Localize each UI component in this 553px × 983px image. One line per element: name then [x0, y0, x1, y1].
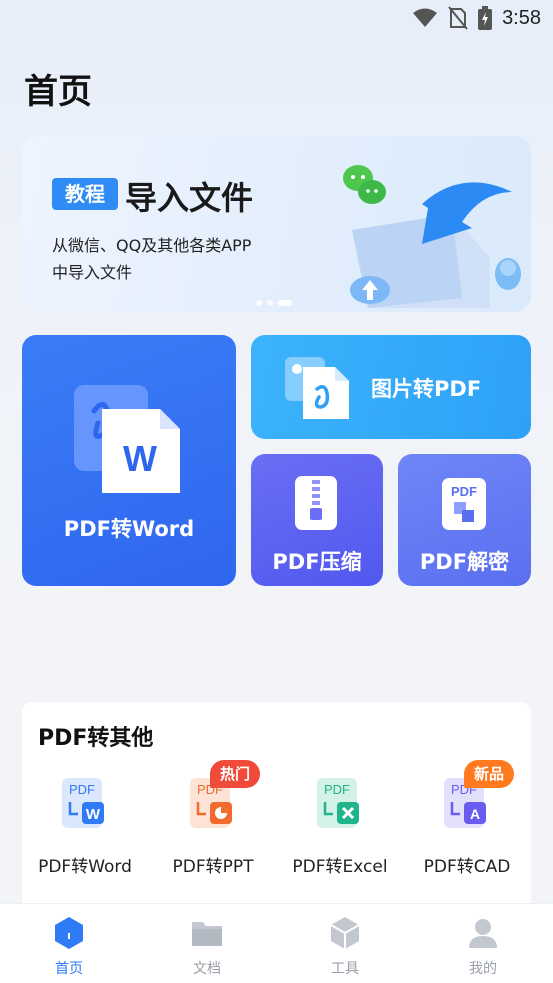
pagination-dot[interactable]: [256, 300, 262, 306]
hot-badge: 热门: [210, 760, 261, 788]
import-illustration-icon: [343, 165, 521, 308]
svg-text:W: W: [123, 438, 157, 479]
pdf-decrypt-card[interactable]: PDF PDF解密: [398, 454, 531, 586]
pdf-to-word-card[interactable]: W PDF转Word: [22, 335, 236, 586]
nav-label: 工具: [331, 961, 359, 977]
svg-text:W: W: [86, 806, 101, 823]
pdf-to-word-icon: PDF W: [62, 778, 104, 828]
tool-label: PDF转Word: [38, 857, 132, 877]
tool-pdf-to-excel[interactable]: PDF PDF转Excel: [285, 774, 395, 884]
tool-pdf-to-word[interactable]: PDF W PDF转Word: [30, 774, 140, 884]
bottom-nav: 首页 文档 工具 我的: [0, 903, 553, 983]
pdf-convert-section: PDF转其他 PDF W PDF转Word PDF 热门 PDF转PPT PDF: [22, 702, 531, 912]
tool-label: PDF转PPT: [172, 857, 254, 877]
status-icons: 3:58: [412, 6, 541, 30]
pagination-dot[interactable]: [267, 300, 273, 306]
nav-item-documents[interactable]: 文档: [138, 904, 276, 983]
pagination-dot-active[interactable]: [278, 300, 292, 306]
section-title: PDF转其他: [38, 726, 154, 751]
banner-pagination: [256, 300, 292, 306]
svg-text:PDF: PDF: [451, 484, 477, 499]
pdf-to-word-icon: W: [74, 385, 180, 493]
tool-pdf-to-ppt[interactable]: PDF 热门 PDF转PPT: [158, 760, 268, 884]
status-bar: 3:58: [0, 0, 553, 40]
pdf-to-word-label: PDF转Word: [63, 517, 195, 541]
svg-text:A: A: [470, 806, 480, 822]
pdf-decrypt-icon: PDF: [442, 478, 486, 530]
profile-icon: [469, 919, 497, 948]
tools-cube-icon: [330, 917, 360, 949]
banner-title: 导入文件: [125, 179, 254, 217]
no-sim-icon: [448, 6, 468, 30]
svg-text:PDF: PDF: [69, 782, 95, 797]
battery-charging-icon: [478, 6, 493, 30]
banner-description: 从微信、QQ及其他各类APP 中导入文件: [52, 232, 292, 286]
home-icon: [55, 917, 83, 949]
nav-item-tools[interactable]: 工具: [276, 904, 414, 983]
image-to-pdf-card[interactable]: 图片转PDF: [251, 335, 531, 439]
image-to-pdf-icon: [285, 357, 349, 419]
pdf-decrypt-label: PDF解密: [419, 550, 510, 574]
nav-label: 文档: [193, 961, 221, 977]
pdf-compress-card[interactable]: PDF压缩: [251, 454, 383, 586]
nav-item-profile[interactable]: 我的: [414, 904, 552, 983]
pdf-to-excel-icon: PDF: [317, 778, 359, 828]
tool-label: PDF转Excel: [292, 857, 388, 877]
nav-label: 我的: [469, 961, 497, 977]
banner-desc-line: 中导入文件: [52, 263, 133, 282]
nav-item-home[interactable]: 首页: [0, 904, 138, 983]
banner-tag: 教程: [52, 178, 118, 210]
svg-text:PDF: PDF: [324, 782, 350, 797]
new-badge: 新品: [464, 760, 515, 788]
banner-desc-line: 从微信、QQ及其他各类APP: [52, 236, 252, 255]
image-to-pdf-label: 图片转PDF: [371, 377, 482, 401]
zip-file-icon: [295, 476, 337, 530]
folder-icon: [192, 922, 222, 946]
pdf-compress-label: PDF压缩: [272, 550, 362, 574]
wifi-icon: [413, 8, 438, 27]
import-files-banner[interactable]: 教程 导入文件 从微信、QQ及其他各类APP 中导入文件: [22, 136, 531, 312]
tool-pdf-to-cad[interactable]: PDF A 新品 PDF转CAD: [412, 760, 522, 884]
status-time: 3:58: [502, 6, 541, 29]
page-title: 首页: [24, 72, 92, 112]
tool-label: PDF转CAD: [423, 857, 511, 877]
nav-label: 首页: [55, 961, 83, 977]
